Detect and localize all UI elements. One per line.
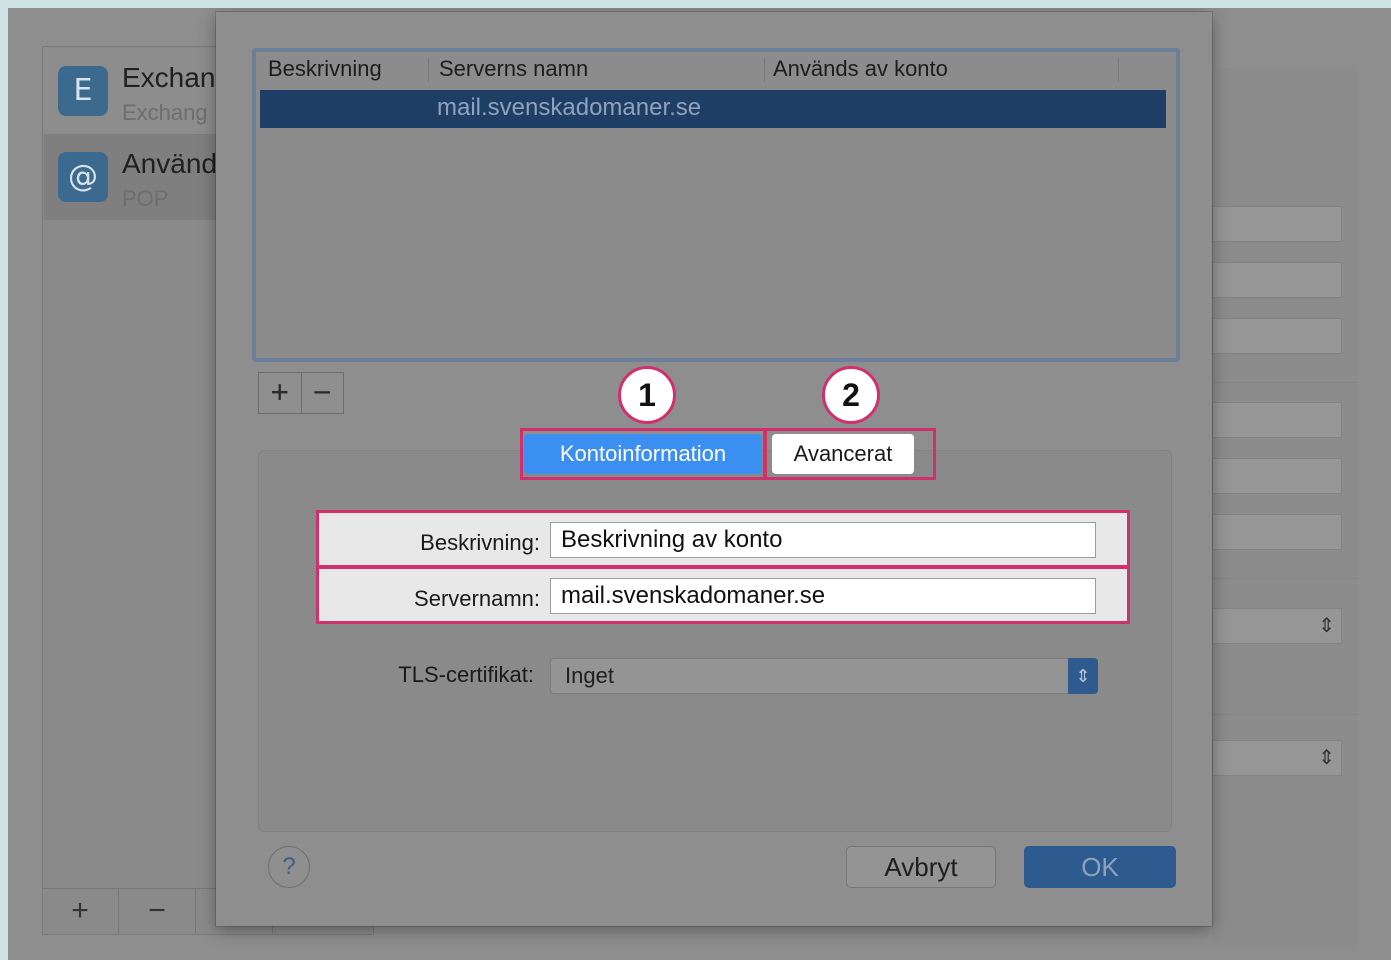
tls-certificate-select[interactable]: Inget ⇕ <box>550 658 1098 694</box>
server-name-field[interactable]: mail.svenskadomaner.se <box>550 578 1096 614</box>
annotation-badge-2: 2 <box>822 366 880 424</box>
detail-field[interactable] <box>1212 262 1342 298</box>
account-name: Exchan <box>122 62 216 93</box>
smtp-server-sheet: Beskrivning Serverns namn Används av kon… <box>216 12 1212 926</box>
table-row[interactable]: mail.svenskadomaner.se <box>260 90 1166 128</box>
add-account-button[interactable]: + <box>42 889 119 933</box>
cancel-button[interactable]: Avbryt <box>846 846 996 888</box>
help-button[interactable]: ? <box>268 846 310 888</box>
description-field[interactable]: Beskrivning av konto <box>550 522 1096 558</box>
add-server-button[interactable]: + <box>259 373 302 413</box>
column-header-used-by[interactable]: Används av konto <box>773 56 948 82</box>
server-name-label: Servernamn: <box>414 586 540 611</box>
remove-server-button[interactable]: − <box>302 373 344 413</box>
detail-field[interactable] <box>1212 402 1342 438</box>
description-label: Beskrivning: <box>420 530 540 555</box>
tab-content-panel <box>258 450 1172 832</box>
row-server-name: mail.svenskadomaner.se <box>437 94 702 121</box>
updown-arrows-icon: ⇕ <box>1318 615 1335 637</box>
column-header-server-name[interactable]: Serverns namn <box>439 56 588 82</box>
annotation-badge-1: 1 <box>618 366 676 424</box>
detail-field[interactable] <box>1212 514 1342 550</box>
tls-certificate-value: Inget <box>565 663 614 688</box>
account-type: POP <box>122 186 169 211</box>
screenshot-frame: E Exchan Exchang @ Använd POP + − ⇕ ⇕ Be… <box>8 8 1391 960</box>
updown-arrows-icon: ⇕ <box>1068 658 1098 694</box>
detail-field[interactable] <box>1212 458 1342 494</box>
detail-field[interactable] <box>1212 318 1342 354</box>
divider <box>1212 382 1358 383</box>
detail-select[interactable]: ⇕ <box>1212 608 1342 644</box>
remove-account-button[interactable]: − <box>119 889 196 933</box>
tab-advanced[interactable]: Avancerat <box>772 434 914 474</box>
table-header: Beskrivning Serverns namn Används av kon… <box>256 52 1176 86</box>
tab-account-info[interactable]: Kontoinformation <box>524 434 762 474</box>
divider <box>1212 578 1358 579</box>
account-detail-panel <box>1212 68 1358 948</box>
server-add-remove-control: + − <box>258 372 344 414</box>
detail-field[interactable] <box>1212 206 1342 242</box>
ok-button[interactable]: OK <box>1024 846 1176 888</box>
tls-certificate-label: TLS-certifikat: <box>398 662 534 687</box>
at-sign-icon: @ <box>58 152 108 202</box>
exchange-icon: E <box>58 66 108 116</box>
column-separator <box>428 58 429 82</box>
server-list-table[interactable]: Beskrivning Serverns namn Används av kon… <box>252 48 1180 362</box>
account-name: Använd <box>122 148 217 179</box>
column-separator <box>764 58 765 82</box>
detail-select[interactable]: ⇕ <box>1212 740 1342 776</box>
divider <box>1212 714 1358 715</box>
updown-arrows-icon: ⇕ <box>1318 747 1335 769</box>
column-separator <box>1118 58 1119 82</box>
column-header-description[interactable]: Beskrivning <box>268 56 382 82</box>
account-type: Exchang <box>122 100 208 125</box>
